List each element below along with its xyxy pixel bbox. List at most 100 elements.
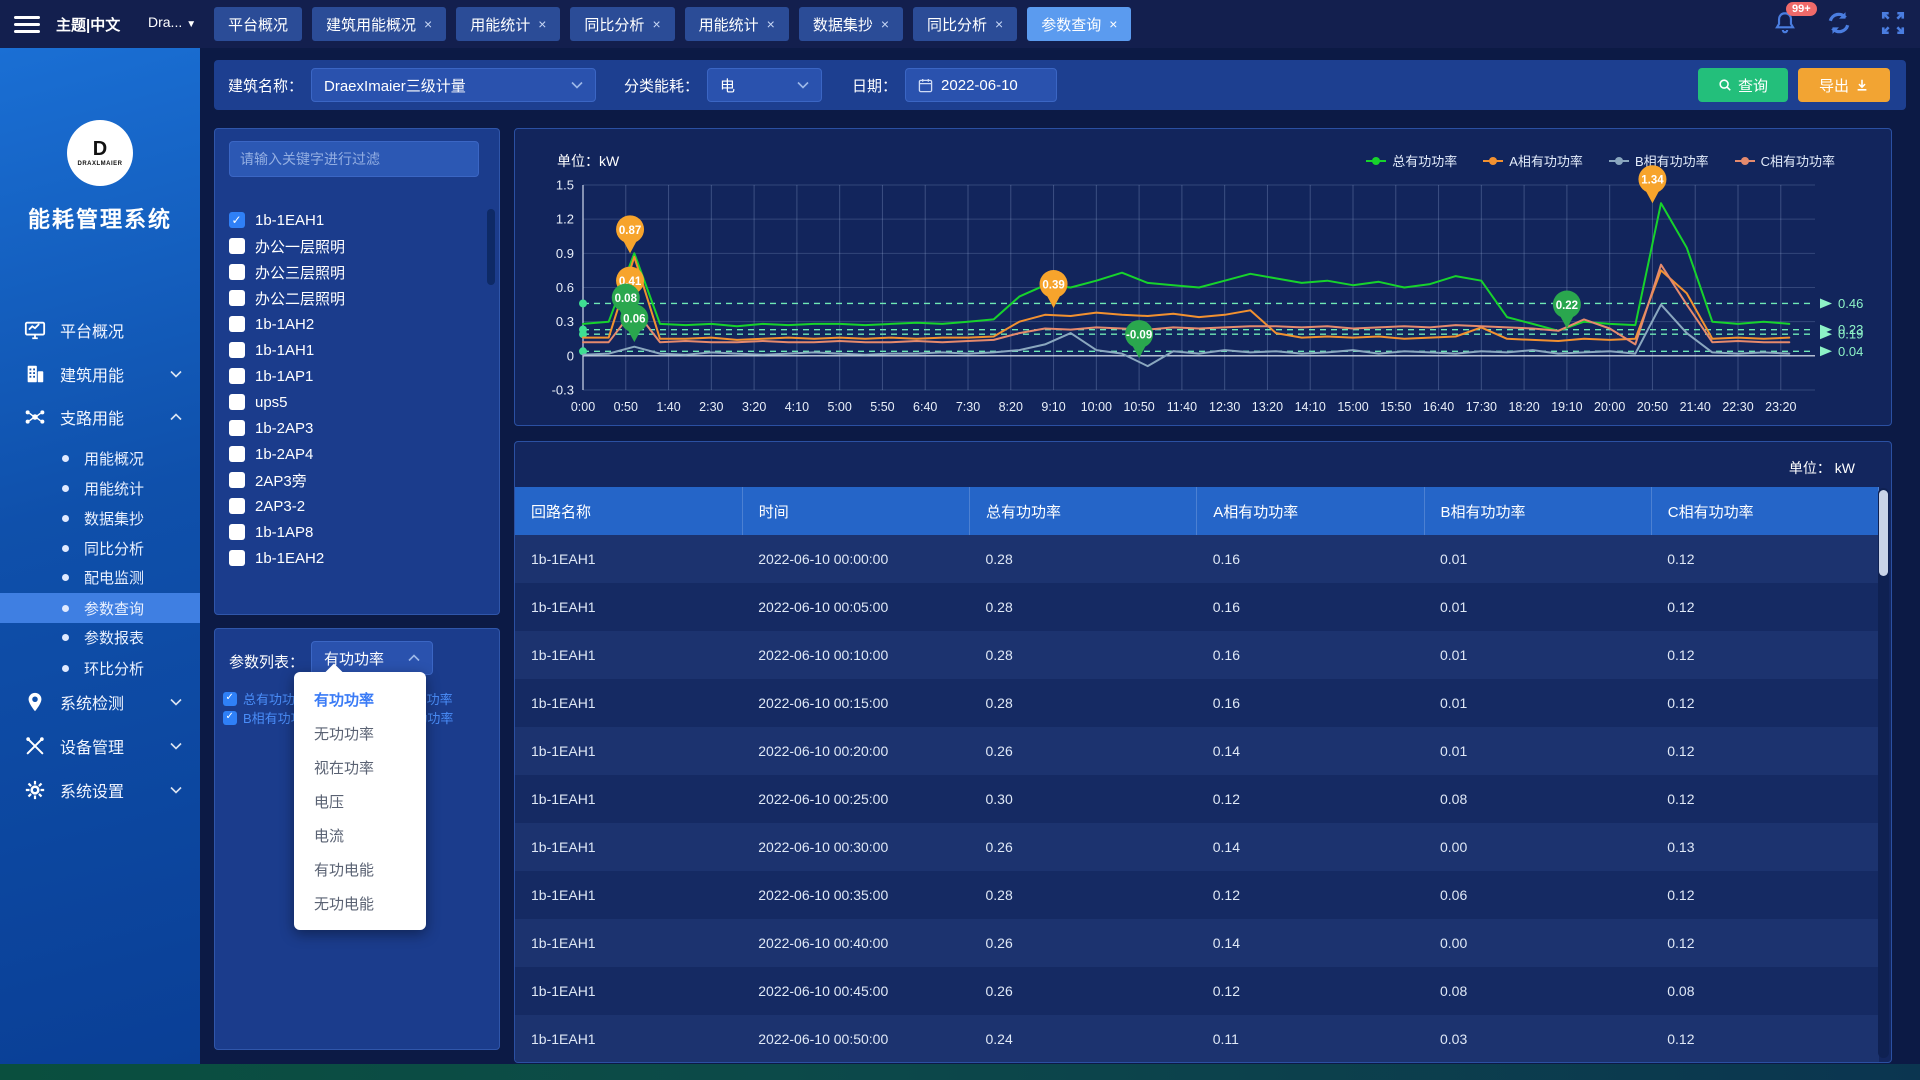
circuit-list-item[interactable]: 1b-2AP4 xyxy=(229,441,479,467)
circuit-list-item[interactable]: 2AP3旁 xyxy=(229,467,479,493)
nav-tab[interactable]: 同比分析 × xyxy=(913,7,1017,41)
checkbox[interactable] xyxy=(229,212,245,228)
sidebar-item-data-collection[interactable]: 数据集抄 xyxy=(0,503,200,533)
circuit-list-item[interactable]: 2AP3-2 xyxy=(229,493,479,519)
sidebar-item-platform-overview[interactable]: 平台概况 xyxy=(0,308,200,352)
date-picker[interactable]: 2022-06-10 xyxy=(905,68,1057,102)
sidebar-item-parameter-query[interactable]: 参数查询 xyxy=(0,593,200,623)
circuit-list-item[interactable]: 1b-1AP1 xyxy=(229,363,479,389)
circuit-list-item[interactable]: 1b-1EAH1 xyxy=(229,207,479,233)
circuit-list-item[interactable]: 1b-1AH2 xyxy=(229,311,479,337)
scrollbar-thumb[interactable] xyxy=(1879,490,1888,576)
nav-tab[interactable]: 用能统计 × xyxy=(456,7,560,41)
table-row[interactable]: 1b-1EAH1 2022-06-10 00:10:00 0.28 0.16 0… xyxy=(515,631,1879,679)
sidebar-item-building-energy[interactable]: 建筑用能 xyxy=(0,352,200,396)
table-row[interactable]: 1b-1EAH1 2022-06-10 00:00:00 0.28 0.16 0… xyxy=(515,535,1879,583)
sidebar-item-mom-analysis[interactable]: 环比分析 xyxy=(0,653,200,683)
theme-language-label[interactable]: 主题|中文 xyxy=(56,14,120,35)
close-icon[interactable]: × xyxy=(538,17,546,31)
table-row[interactable]: 1b-1EAH1 2022-06-10 00:45:00 0.26 0.12 0… xyxy=(515,967,1879,1015)
sidebar-item-system-settings[interactable]: 系统设置 xyxy=(0,768,200,812)
circuit-list-item[interactable]: 办公三层照明 xyxy=(229,259,479,285)
circuit-list-item[interactable]: 1b-2AP3 xyxy=(229,415,479,441)
dropdown-option[interactable]: 有功功率 xyxy=(294,682,426,716)
nav-tab[interactable]: 平台概况 xyxy=(214,7,302,41)
sidebar-item-distribution-monitoring[interactable]: 配电监测 xyxy=(0,562,200,592)
nav-tab[interactable]: 参数查询 × xyxy=(1027,7,1131,41)
circuit-list-item[interactable]: 办公二层照明 xyxy=(229,285,479,311)
circuit-list-item[interactable]: 1b-1AP8 xyxy=(229,519,479,545)
checkbox[interactable] xyxy=(229,394,245,410)
close-icon[interactable]: × xyxy=(424,17,432,31)
circuit-list-item[interactable]: ups5 xyxy=(229,389,479,415)
svg-text:1.34: 1.34 xyxy=(1641,175,1664,187)
close-icon[interactable]: × xyxy=(995,17,1003,31)
dropdown-option[interactable]: 视在功率 xyxy=(294,750,426,784)
sidebar-item-system-detection[interactable]: 系统检测 xyxy=(0,680,200,724)
table-scrollbar[interactable] xyxy=(1878,488,1889,1058)
circuit-list-item[interactable]: 1b-1AH1 xyxy=(229,337,479,363)
building-select[interactable]: DraexImaier三级计量 xyxy=(311,68,596,102)
sidebar-item-energy-overview[interactable]: 用能概况 xyxy=(0,443,200,473)
nav-tab[interactable]: 同比分析 × xyxy=(570,7,674,41)
svg-text:20:50: 20:50 xyxy=(1637,400,1668,414)
sidebar-item-parameter-report[interactable]: 参数报表 xyxy=(0,622,200,652)
table-row[interactable]: 1b-1EAH1 2022-06-10 00:25:00 0.30 0.12 0… xyxy=(515,775,1879,823)
close-icon[interactable]: × xyxy=(1109,17,1117,31)
sidebar-item-energy-statistics[interactable]: 用能统计 xyxy=(0,473,200,503)
calendar-icon xyxy=(918,78,933,93)
checkbox[interactable] xyxy=(229,446,245,462)
checkbox[interactable] xyxy=(229,420,245,436)
dropdown-option[interactable]: 无功电能 xyxy=(294,886,426,920)
checkbox[interactable] xyxy=(229,498,245,514)
dropdown-option[interactable]: 有功电能 xyxy=(294,852,426,886)
dropdown-option[interactable]: 无功功率 xyxy=(294,716,426,750)
circuit-list-item[interactable]: 1b-1EAH2 xyxy=(229,545,479,571)
checkbox[interactable] xyxy=(229,342,245,358)
checkbox[interactable] xyxy=(229,550,245,566)
checkbox[interactable] xyxy=(223,692,237,706)
table-row[interactable]: 1b-1EAH1 2022-06-10 00:30:00 0.26 0.14 0… xyxy=(515,823,1879,871)
checkbox[interactable] xyxy=(229,368,245,384)
keyword-filter-input[interactable] xyxy=(229,141,479,177)
dropdown-option[interactable]: 电压 xyxy=(294,784,426,818)
close-icon[interactable]: × xyxy=(652,17,660,31)
monitor-icon xyxy=(24,319,46,341)
table-row[interactable]: 1b-1EAH1 2022-06-10 00:40:00 0.26 0.14 0… xyxy=(515,919,1879,967)
export-button[interactable]: 导出 xyxy=(1798,68,1890,102)
table-row[interactable]: 1b-1EAH1 2022-06-10 00:50:00 0.24 0.11 0… xyxy=(515,1015,1879,1063)
hamburger-menu-icon[interactable] xyxy=(14,12,40,34)
table-row[interactable]: 1b-1EAH1 2022-06-10 00:20:00 0.26 0.14 0… xyxy=(515,727,1879,775)
dropdown-option[interactable]: 电流 xyxy=(294,818,426,852)
close-icon[interactable]: × xyxy=(881,17,889,31)
user-menu[interactable]: Dra...▼ xyxy=(148,14,196,30)
sidebar-item-yoy-analysis[interactable]: 同比分析 xyxy=(0,533,200,563)
notification-bell-icon[interactable]: 99+ xyxy=(1772,10,1800,38)
sidebar-item-branch-energy[interactable]: 支路用能 xyxy=(0,395,200,439)
nav-tab[interactable]: 数据集抄 × xyxy=(799,7,903,41)
device-list-scrollbar[interactable] xyxy=(487,209,495,569)
checkbox[interactable] xyxy=(229,524,245,540)
checkbox[interactable] xyxy=(223,711,237,725)
nav-tab[interactable]: 用能统计 × xyxy=(685,7,789,41)
checkbox[interactable] xyxy=(229,290,245,306)
bullet-icon xyxy=(62,574,69,581)
circuit-list-item[interactable]: 办公一层照明 xyxy=(229,233,479,259)
checkbox[interactable] xyxy=(229,264,245,280)
checkbox[interactable] xyxy=(229,316,245,332)
svg-text:18:20: 18:20 xyxy=(1508,400,1539,414)
table-row[interactable]: 1b-1EAH1 2022-06-10 00:15:00 0.28 0.16 0… xyxy=(515,679,1879,727)
checkbox[interactable] xyxy=(229,472,245,488)
query-button[interactable]: 查询 xyxy=(1698,68,1788,102)
energy-type-select[interactable]: 电 xyxy=(707,68,822,102)
refresh-icon[interactable] xyxy=(1826,10,1854,38)
checkbox[interactable] xyxy=(229,238,245,254)
table-row[interactable]: 1b-1EAH1 2022-06-10 00:05:00 0.28 0.16 0… xyxy=(515,583,1879,631)
scrollbar-thumb[interactable] xyxy=(487,209,495,285)
table-header-row: 回路名称 时间 总有功功率 A相有功功率 B相有功功率 C相有功功率 xyxy=(515,487,1879,535)
fullscreen-icon[interactable] xyxy=(1880,10,1908,38)
table-row[interactable]: 1b-1EAH1 2022-06-10 00:35:00 0.28 0.12 0… xyxy=(515,871,1879,919)
close-icon[interactable]: × xyxy=(767,17,775,31)
nav-tab[interactable]: 建筑用能概况 × xyxy=(312,7,446,41)
sidebar-item-device-management[interactable]: 设备管理 xyxy=(0,724,200,768)
